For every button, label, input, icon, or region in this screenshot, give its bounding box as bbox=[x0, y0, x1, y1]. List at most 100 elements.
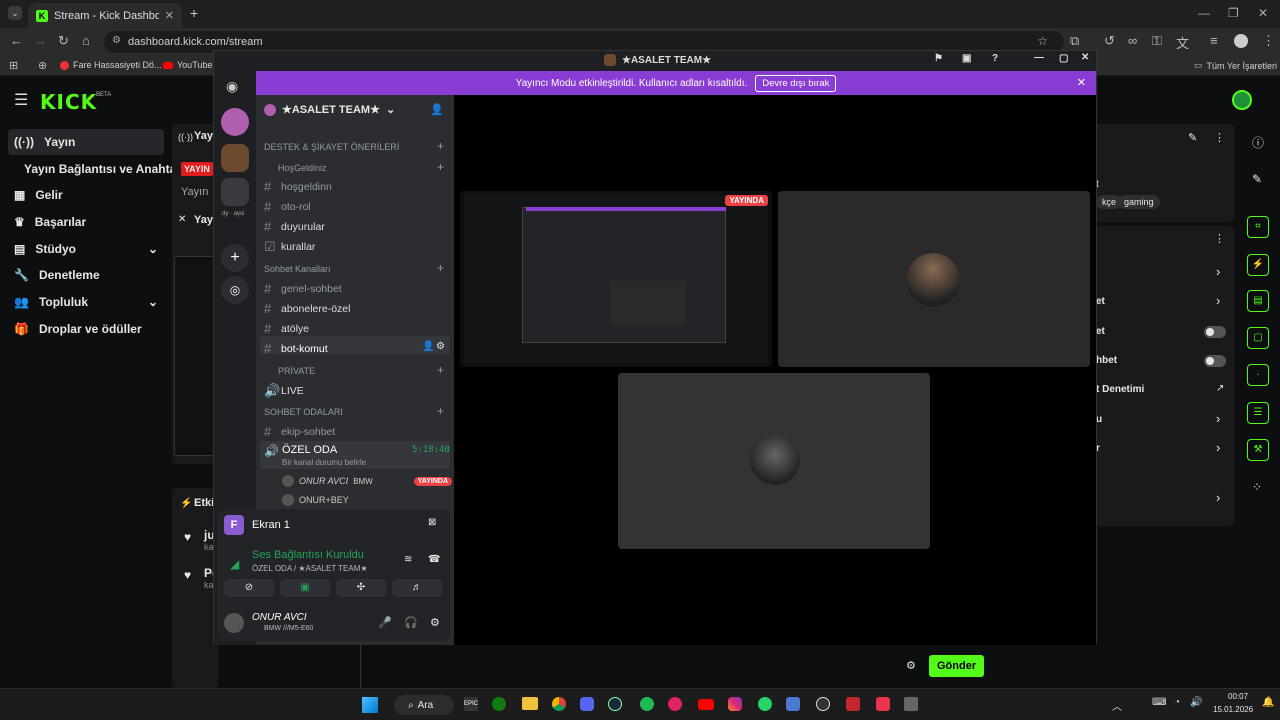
reading-list-icon[interactable]: ≡ bbox=[1210, 33, 1218, 48]
menu-kebab-icon[interactable]: ⋮ bbox=[1262, 33, 1275, 49]
chat-icon[interactable]: ▢ bbox=[1247, 327, 1269, 349]
clock-time[interactable]: 00:07 bbox=[1228, 692, 1248, 701]
chevron-right-icon[interactable]: › bbox=[1216, 440, 1220, 455]
add-channel-icon[interactable]: + bbox=[437, 139, 444, 153]
setting-row[interactable]: et bbox=[1096, 296, 1105, 307]
send-button[interactable]: Gönder bbox=[929, 655, 985, 677]
maximize-icon[interactable]: ▢ bbox=[1059, 53, 1068, 64]
calculator-icon[interactable] bbox=[904, 697, 918, 711]
sidebar-item-yayin[interactable]: ((·)) Yayın bbox=[8, 129, 164, 155]
stack-icon[interactable]: ☰ bbox=[1247, 402, 1269, 424]
kick-avatar[interactable] bbox=[1232, 90, 1252, 110]
new-tab-icon[interactable]: + bbox=[190, 5, 198, 21]
sidebar-item-topluluk[interactable]: 👥 Topluluk ⌄ bbox=[8, 289, 164, 315]
xbox-icon[interactable] bbox=[492, 697, 506, 711]
minimize-icon[interactable]: — bbox=[1198, 6, 1210, 20]
site-info-icon[interactable]: ⚙ bbox=[112, 35, 121, 46]
voice-room-row[interactable]: 🔊 ÖZEL ODA 5:18:40 Bir kanal durumu beli… bbox=[260, 441, 450, 469]
monitor-icon[interactable]: ▣ bbox=[962, 53, 971, 64]
activities-button[interactable]: ✣ bbox=[336, 579, 386, 597]
sidebar-item-stream-key[interactable]: Yayın Bağlantısı ve Anahtarı bbox=[24, 162, 184, 176]
add-server-icon[interactable]: + bbox=[221, 244, 249, 272]
all-bookmarks[interactable]: ▭ Tüm Yer İşaretleri bbox=[1194, 60, 1277, 71]
category-destek[interactable]: DESTEK & ŞİKAYET ÖNERİLERİ bbox=[264, 142, 399, 152]
epic-games-icon[interactable]: EPIC bbox=[464, 697, 478, 711]
screen-share-button[interactable]: ▣ bbox=[280, 579, 330, 597]
channel-hosgeldinn[interactable]: # hoşgeldinn bbox=[264, 179, 332, 194]
whatsapp-icon[interactable] bbox=[758, 697, 772, 711]
link-icon[interactable]: ∞ bbox=[1128, 33, 1137, 48]
sidebar-item-denetleme[interactable]: 🔧 Denetleme bbox=[8, 262, 164, 288]
media-player-icon[interactable] bbox=[668, 697, 682, 711]
profile-avatar[interactable] bbox=[1234, 34, 1248, 48]
disable-streamer-mode-button[interactable]: Devre dışı bırak bbox=[755, 74, 837, 92]
sidebar-item-basarilar[interactable]: ♛ Başarılar bbox=[8, 209, 164, 235]
add-channel-icon[interactable]: + bbox=[437, 261, 444, 275]
bookmark-globe-icon[interactable]: ⊕ bbox=[38, 59, 47, 72]
chevron-right-icon[interactable]: › bbox=[1216, 490, 1220, 505]
channel-ekip-sohbet[interactable]: # ekip-sohbet bbox=[264, 424, 335, 439]
help-icon[interactable]: ? bbox=[992, 53, 998, 64]
discord-icon[interactable] bbox=[580, 697, 594, 711]
volume-icon[interactable]: 🔊 bbox=[1190, 697, 1202, 708]
forward-icon[interactable]: → bbox=[34, 33, 47, 48]
server-icon[interactable] bbox=[221, 108, 249, 136]
chrome-icon[interactable] bbox=[552, 697, 566, 711]
inbox-icon[interactable]: ⚑ bbox=[934, 53, 943, 64]
home-icon[interactable]: ⌂ bbox=[82, 33, 90, 48]
youtube-icon[interactable] bbox=[698, 699, 714, 710]
history-icon[interactable]: ↺ bbox=[1104, 33, 1115, 49]
settings-gear-icon[interactable]: ⚙ bbox=[430, 616, 440, 629]
app-icon[interactable] bbox=[876, 697, 890, 711]
chat-settings-icon[interactable]: ⚙ bbox=[906, 659, 916, 672]
discord-logo-icon[interactable]: ◉ bbox=[226, 78, 238, 95]
setting-row[interactable]: t Denetimi bbox=[1096, 384, 1144, 395]
close-icon[interactable]: ✕ bbox=[1081, 52, 1089, 63]
channel-duyurular[interactable]: # duyurular bbox=[264, 219, 325, 234]
channel-bot-komut[interactable]: # bot-komut bbox=[264, 341, 328, 356]
kebab-icon[interactable]: ⋮ bbox=[1214, 232, 1225, 245]
chevron-right-icon[interactable]: › bbox=[1216, 411, 1220, 426]
apps-grid-icon[interactable]: ⊞ bbox=[9, 59, 18, 72]
notification-icon[interactable]: 🔔 bbox=[1262, 697, 1274, 708]
server-header[interactable]: ★ASALET TEAM★ ⌄ bbox=[264, 103, 395, 116]
voice-activity-icon[interactable]: ≋ bbox=[404, 554, 412, 565]
password-icon[interactable]: ⚿ bbox=[1152, 33, 1162, 49]
disconnect-icon[interactable]: ☎ bbox=[428, 554, 440, 565]
close-banner-icon[interactable]: ✕ bbox=[1077, 76, 1086, 89]
lightning-icon[interactable]: ⚡ bbox=[1247, 254, 1269, 276]
participant-tile[interactable] bbox=[618, 373, 930, 549]
voice-user-2[interactable]: ONUR+BEY bbox=[282, 493, 349, 507]
steam-icon[interactable] bbox=[608, 697, 622, 711]
wifi-icon[interactable]: ◔ bbox=[1174, 697, 1180, 708]
obs-icon[interactable] bbox=[816, 697, 830, 711]
headphones-icon[interactable]: 🎧 bbox=[404, 616, 418, 629]
add-member-icon[interactable]: 👤 bbox=[430, 103, 444, 116]
mic-icon[interactable]: 🎤 bbox=[378, 616, 392, 629]
app-icon[interactable] bbox=[846, 697, 860, 711]
tab-kick-dashboard[interactable]: K Stream - Kick Dashboard ✕ bbox=[28, 3, 182, 28]
hamburger-icon[interactable]: ☰ bbox=[14, 90, 28, 110]
avatar[interactable] bbox=[224, 613, 244, 633]
sidebar-item-gelir[interactable]: ▦ Gelir bbox=[8, 182, 164, 208]
category-sohbet-odalari[interactable]: SOHBET ODALARI bbox=[264, 407, 343, 417]
sidebar-item-droplar[interactable]: 🎁 Droplar ve ödüller bbox=[8, 316, 164, 342]
broadcast-icon[interactable]: · bbox=[1247, 364, 1269, 386]
toggle-switch[interactable] bbox=[1204, 326, 1226, 338]
keyboard-icon[interactable]: ⌨ bbox=[1152, 697, 1166, 708]
bookmark-fare[interactable]: Fare Hassasiyeti Dö... bbox=[60, 60, 162, 70]
pencil-icon[interactable]: ✎ bbox=[1252, 172, 1262, 186]
bookmark-youtube[interactable]: YouTube bbox=[163, 60, 212, 70]
discover-icon[interactable]: ◎ bbox=[221, 276, 249, 304]
restore-icon[interactable]: ❐ bbox=[1228, 6, 1239, 20]
voice-user-1[interactable]: ONUR AVCI BMW YAYINDA bbox=[282, 474, 452, 488]
channel-genel-sohbet[interactable]: # genel-sohbet bbox=[264, 281, 342, 296]
start-icon[interactable] bbox=[362, 697, 378, 713]
channel-kurallar[interactable]: ☑ kurallar bbox=[264, 239, 315, 255]
edit-icon[interactable]: ✎ bbox=[1188, 131, 1197, 144]
category-private[interactable]: PRİVATE bbox=[278, 366, 315, 376]
bookmark-star-icon[interactable]: ☆ bbox=[1037, 34, 1048, 48]
crop-icon[interactable]: ⌗ bbox=[1247, 216, 1269, 238]
kebab-icon[interactable]: ⋮ bbox=[1214, 131, 1225, 144]
close-window-icon[interactable]: ✕ bbox=[1258, 6, 1268, 20]
